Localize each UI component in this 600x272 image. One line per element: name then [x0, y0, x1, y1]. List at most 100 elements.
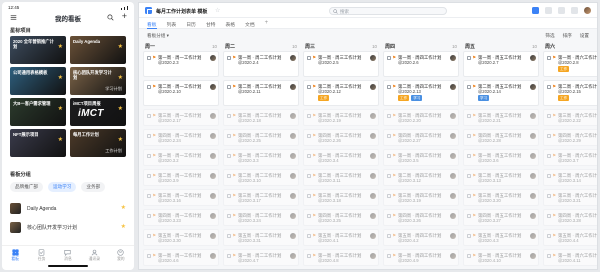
- task-card[interactable]: ⚑ 第二周 · 周六工作计划 @2020.2.15 工作: [543, 80, 597, 106]
- task-checkbox[interactable]: [467, 113, 471, 118]
- task-card[interactable]: ⚑ 第二周 · 周一工作计划 @2020.2.10: [143, 80, 219, 106]
- assignee-avatar[interactable]: [529, 54, 536, 61]
- task-card[interactable]: ⚑ 第二周 · 周三工作计划 @2020.2.12 工作: [303, 80, 379, 106]
- task-card[interactable]: ⚑ 第一周 · 周三工作计划 @2020.2.5: [303, 51, 379, 77]
- assignee-avatar[interactable]: [449, 83, 456, 90]
- assignee-avatar[interactable]: [289, 152, 296, 159]
- task-card[interactable]: ⚑ 第一周 · 周五工作计划 @2020.4.10: [463, 249, 539, 266]
- column-title[interactable]: 周五: [465, 43, 475, 50]
- column-title[interactable]: 周六: [545, 43, 555, 50]
- share-icon[interactable]: [532, 7, 539, 14]
- assignee-avatar[interactable]: [209, 232, 216, 239]
- assignee-avatar[interactable]: [369, 232, 376, 239]
- task-checkbox[interactable]: [547, 55, 551, 60]
- task-checkbox[interactable]: [147, 193, 151, 198]
- task-checkbox[interactable]: [547, 113, 551, 118]
- task-checkbox[interactable]: [147, 233, 151, 238]
- star-icon[interactable]: ★: [58, 106, 63, 112]
- task-card[interactable]: ⚑ 第二周 · 周四工作计划 @2020.3.12: [383, 169, 459, 186]
- task-card[interactable]: ⚑ 第四周 · 周三工作计划 @2020.2.26: [303, 129, 379, 146]
- assignee-avatar[interactable]: [529, 192, 536, 199]
- task-card[interactable]: ⚑ 第一周 · 周六工作计划 @2020.3.7: [543, 149, 597, 166]
- task-card[interactable]: ⚑ 第一周 · 周五工作计划 @2020.3.6: [463, 149, 539, 166]
- task-card[interactable]: ⚑ 第一周 · 周四工作计划 @2020.2.6: [383, 51, 459, 77]
- task-checkbox[interactable]: [387, 153, 391, 158]
- list-item[interactable]: 核心团队开发学习计划 ★: [10, 218, 126, 237]
- assignee-avatar[interactable]: [449, 132, 456, 139]
- task-card[interactable]: ⚑ 第四周 · 周四工作计划 @2020.3.26: [383, 209, 459, 226]
- task-card[interactable]: ⚑ 第一周 · 周一工作计划 @2020.2.3: [143, 51, 219, 77]
- assignee-avatar[interactable]: [449, 212, 456, 219]
- column-title[interactable]: 周二: [225, 43, 235, 50]
- task-checkbox[interactable]: [227, 55, 231, 60]
- task-checkbox[interactable]: [387, 193, 391, 198]
- view-tab[interactable]: 日历: [186, 18, 196, 29]
- notification-icon[interactable]: [545, 7, 552, 14]
- task-checkbox[interactable]: [387, 113, 391, 118]
- task-checkbox[interactable]: [147, 84, 151, 89]
- view-tab[interactable]: 甘特: [206, 18, 216, 29]
- assignee-avatar[interactable]: [289, 83, 296, 90]
- task-checkbox[interactable]: [547, 213, 551, 218]
- star-icon[interactable]: ★: [121, 224, 126, 230]
- task-card[interactable]: ⚑ 第一周 · 周四工作计划 @2020.4.9: [383, 249, 459, 266]
- task-card[interactable]: ⚑ 第三周 · 周四工作计划 @2020.2.20: [383, 109, 459, 126]
- task-card[interactable]: ⚑ 第五周 · 周六工作计划 @2020.4.4: [543, 229, 597, 246]
- task-card[interactable]: ⚑ 第二周 · 周四工作计划 @2020.2.13 工作 学习: [383, 80, 459, 106]
- column-title[interactable]: 周三: [305, 43, 315, 50]
- search-icon[interactable]: [107, 14, 114, 21]
- star-icon[interactable]: ★: [58, 44, 63, 50]
- assignee-avatar[interactable]: [529, 132, 536, 139]
- task-checkbox[interactable]: [307, 55, 311, 60]
- task-checkbox[interactable]: [147, 173, 151, 178]
- task-checkbox[interactable]: [547, 84, 551, 89]
- star-icon[interactable]: ★: [118, 106, 123, 112]
- star-icon[interactable]: ★: [121, 205, 126, 211]
- task-card[interactable]: ⚑ 第一周 · 周一工作计划 @2020.3.2: [143, 149, 219, 166]
- task-checkbox[interactable]: [147, 253, 151, 258]
- task-card[interactable]: ⚑ 第三周 · 周一工作计划 @2020.3.16: [143, 189, 219, 206]
- add-view-button[interactable]: +: [265, 18, 269, 28]
- task-card[interactable]: ⚑ 第四周 · 周二工作计划 @2020.2.25: [223, 129, 299, 146]
- task-card[interactable]: ⚑ 第三周 · 周三工作计划 @2020.3.18: [303, 189, 379, 206]
- task-checkbox[interactable]: [387, 55, 391, 60]
- task-card[interactable]: ⚑ 第一周 · 周六工作计划 @2020.4.11: [543, 249, 597, 266]
- assignee-avatar[interactable]: [209, 172, 216, 179]
- task-checkbox[interactable]: [547, 253, 551, 258]
- assignee-avatar[interactable]: [289, 192, 296, 199]
- task-checkbox[interactable]: [467, 133, 471, 138]
- task-checkbox[interactable]: [147, 133, 151, 138]
- task-checkbox[interactable]: [227, 173, 231, 178]
- task-card[interactable]: ⚑ 第五周 · 周一工作计划 @2020.3.30: [143, 229, 219, 246]
- assignee-avatar[interactable]: [449, 192, 456, 199]
- task-card[interactable]: ⚑ 第二周 · 周二工作计划 @2020.3.10: [223, 169, 299, 186]
- assignee-avatar[interactable]: [209, 132, 216, 139]
- task-card[interactable]: ⚑ 第一周 · 周二工作计划 @2020.4.7: [223, 249, 299, 266]
- view-tab[interactable]: 看板: [147, 18, 157, 29]
- assignee-avatar[interactable]: [529, 252, 536, 259]
- task-card[interactable]: ⚑ 第三周 · 周四工作计划 @2020.3.19: [383, 189, 459, 206]
- task-checkbox[interactable]: [147, 55, 151, 60]
- help-icon[interactable]: [571, 7, 578, 14]
- task-card[interactable]: ⚑ 第一周 · 周六工作计划 @2020.2.8 工作: [543, 51, 597, 77]
- task-checkbox[interactable]: [387, 233, 391, 238]
- assignee-avatar[interactable]: [369, 212, 376, 219]
- assignee-avatar[interactable]: [209, 252, 216, 259]
- assignee-avatar[interactable]: [209, 152, 216, 159]
- task-checkbox[interactable]: [227, 213, 231, 218]
- assignee-avatar[interactable]: [449, 172, 456, 179]
- task-card[interactable]: ⚑ 第二周 · 周一工作计划 @2020.3.9: [143, 169, 219, 186]
- assignee-avatar[interactable]: [529, 212, 536, 219]
- task-card[interactable]: ⚑ 第四周 · 周五工作计划 @2020.2.28: [463, 129, 539, 146]
- view-tab[interactable]: 文档: [245, 18, 255, 29]
- task-card[interactable]: ⚑ 第三周 · 周一工作计划 @2020.2.17: [143, 109, 219, 126]
- task-card[interactable]: ⚑ 第四周 · 周三工作计划 @2020.3.25: [303, 209, 379, 226]
- assignee-avatar[interactable]: [529, 232, 536, 239]
- assignee-avatar[interactable]: [449, 252, 456, 259]
- task-card[interactable]: ⚑ 第五周 · 周四工作计划 @2020.4.2: [383, 229, 459, 246]
- group-by-dropdown[interactable]: 看板分组 ▾: [147, 33, 169, 39]
- task-checkbox[interactable]: [307, 193, 311, 198]
- assignee-avatar[interactable]: [449, 232, 456, 239]
- board-tile[interactable]: 公司通用表格模板 ★: [10, 67, 66, 95]
- task-card[interactable]: ⚑ 第三周 · 周六工作计划 @2020.2.22: [543, 109, 597, 126]
